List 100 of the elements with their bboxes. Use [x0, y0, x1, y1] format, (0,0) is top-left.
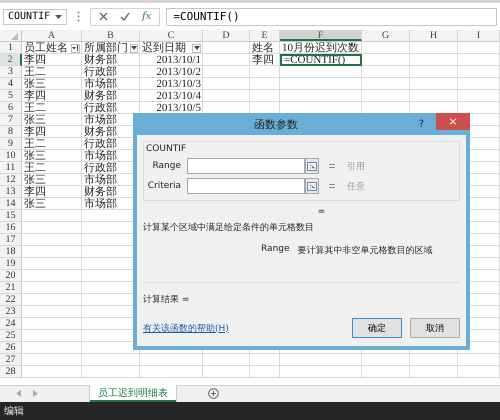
argument-field[interactable]	[187, 178, 305, 194]
ok-button[interactable]: 确定	[352, 318, 402, 338]
close-button[interactable]: ×	[436, 113, 470, 130]
result-preview: =	[316, 207, 326, 217]
cell-text: 2013/10/2	[156, 66, 201, 78]
cell-text: 李四	[24, 90, 46, 102]
cell-text: 2013/10/3	[156, 78, 201, 90]
sheet-tab[interactable]: 员工迟到明细表	[90, 385, 176, 402]
range-picker-button[interactable]	[305, 158, 319, 174]
formula-field[interactable]: =COUNTIF()	[166, 8, 497, 26]
cell-text: 市场部	[84, 78, 117, 90]
argument-label: Range	[151, 161, 181, 171]
check-icon[interactable]	[120, 12, 130, 21]
row-header[interactable]: 21	[0, 282, 22, 294]
dialog-title: 函数参数	[252, 116, 299, 132]
dropdown-icon	[131, 46, 137, 50]
row-header[interactable]: 13	[0, 186, 22, 198]
row-header[interactable]: 10	[0, 150, 22, 162]
help-link[interactable]: 有关该函数的帮助(H)	[143, 322, 229, 334]
cell-text: 王二	[24, 162, 46, 174]
cell-text: 市场部	[84, 150, 117, 162]
help-button[interactable]: ?	[418, 118, 424, 130]
cell-text: 行政部	[84, 102, 117, 114]
cell-text: 王二	[24, 66, 46, 78]
row-header[interactable]: 18	[0, 246, 22, 258]
row-header[interactable]: 2	[0, 54, 22, 66]
argument-field[interactable]	[187, 158, 305, 174]
cell-text: 李四	[24, 126, 46, 138]
cell-text: 行政部	[84, 66, 117, 78]
row-header[interactable]: 8	[0, 126, 22, 138]
row-header[interactable]: 23	[0, 306, 22, 318]
cell-text: 行政部	[84, 162, 117, 174]
row-header[interactable]: 12	[0, 174, 22, 186]
row-header[interactable]: 17	[0, 234, 22, 246]
cell-text: 张三	[24, 174, 46, 186]
column-header[interactable]: G	[362, 30, 410, 41]
argument-label: Criteria	[146, 181, 181, 191]
row-header[interactable]: 22	[0, 294, 22, 306]
row-header[interactable]: 28	[0, 366, 22, 378]
cell-text: 10月份迟到次数	[282, 42, 359, 54]
cell-text: 市场部	[84, 198, 117, 210]
function-name: COUNTIF	[146, 144, 188, 154]
row-header[interactable]: 4	[0, 78, 22, 90]
row-header[interactable]: 15	[0, 210, 22, 222]
formula-result: 计算结果 =	[143, 294, 190, 306]
cell-text: 行政部	[84, 138, 117, 150]
row-header[interactable]: 16	[0, 222, 22, 234]
grip-icon	[77, 11, 80, 22]
row-header[interactable]: 3	[0, 66, 22, 78]
column-header[interactable]: B	[82, 30, 140, 41]
cell-text: 姓名	[252, 42, 274, 54]
active-cell[interactable]: =COUNTIF()	[280, 54, 362, 66]
insert-function-button[interactable]: fx	[142, 11, 152, 22]
cell-text: 张三	[24, 150, 46, 162]
cancel-button[interactable]: 取消	[410, 318, 460, 338]
cell-text: 张三	[24, 114, 46, 126]
row-header[interactable]: 6	[0, 102, 22, 114]
range-picker-button[interactable]	[305, 178, 319, 194]
column-header[interactable]: F	[280, 30, 362, 41]
filter-button[interactable]	[71, 44, 80, 52]
function-description: 计算某个区域中满足给定条件的单元格数目	[143, 222, 315, 234]
equals-icon	[329, 184, 335, 188]
column-header[interactable]: A	[22, 30, 82, 41]
column-header[interactable]: I	[458, 30, 500, 41]
collapse-dialog-icon	[307, 182, 317, 190]
row-header[interactable]: 19	[0, 258, 22, 270]
cell-text: 财务部	[84, 90, 117, 102]
row-header[interactable]: 27	[0, 354, 22, 366]
column-header[interactable]: C	[140, 30, 203, 41]
column-header[interactable]: D	[203, 30, 250, 41]
row-header[interactable]: 14	[0, 198, 22, 210]
row-header[interactable]: 5	[0, 90, 22, 102]
row-header[interactable]: 11	[0, 162, 22, 174]
cancel-icon[interactable]	[99, 12, 108, 21]
cell-text: 财务部	[84, 126, 117, 138]
row-header[interactable]: 1	[0, 42, 22, 54]
argument-value: 引用	[347, 160, 365, 172]
equals-icon	[329, 164, 335, 168]
cell-text: 王二	[24, 102, 46, 114]
status-text: 编辑	[4, 404, 24, 418]
row-header[interactable]: 20	[0, 270, 22, 282]
filter-button[interactable]	[130, 44, 138, 52]
column-header[interactable]: H	[410, 30, 458, 41]
row-header[interactable]: 24	[0, 318, 22, 330]
row-header[interactable]: 9	[0, 138, 22, 150]
row-header[interactable]: 26	[0, 342, 22, 354]
row-header[interactable]: 7	[0, 114, 22, 126]
cell-text: 李四	[24, 54, 46, 66]
cell-text: 2013/10/5	[156, 102, 201, 114]
sort-filter-icon	[72, 45, 79, 51]
name-box[interactable]: COUNTIF	[3, 8, 67, 24]
dropdown-icon[interactable]	[55, 14, 62, 18]
row-header[interactable]: 25	[0, 330, 22, 342]
filter-button[interactable]	[192, 44, 201, 52]
argument-value: 任意	[347, 180, 365, 192]
collapse-dialog-icon	[307, 162, 317, 170]
add-sheet-icon[interactable]	[208, 388, 219, 399]
cell-text: 2013/10/4	[156, 90, 201, 102]
cell-text: 李四	[252, 54, 274, 66]
cell-text: 张三	[24, 78, 46, 90]
